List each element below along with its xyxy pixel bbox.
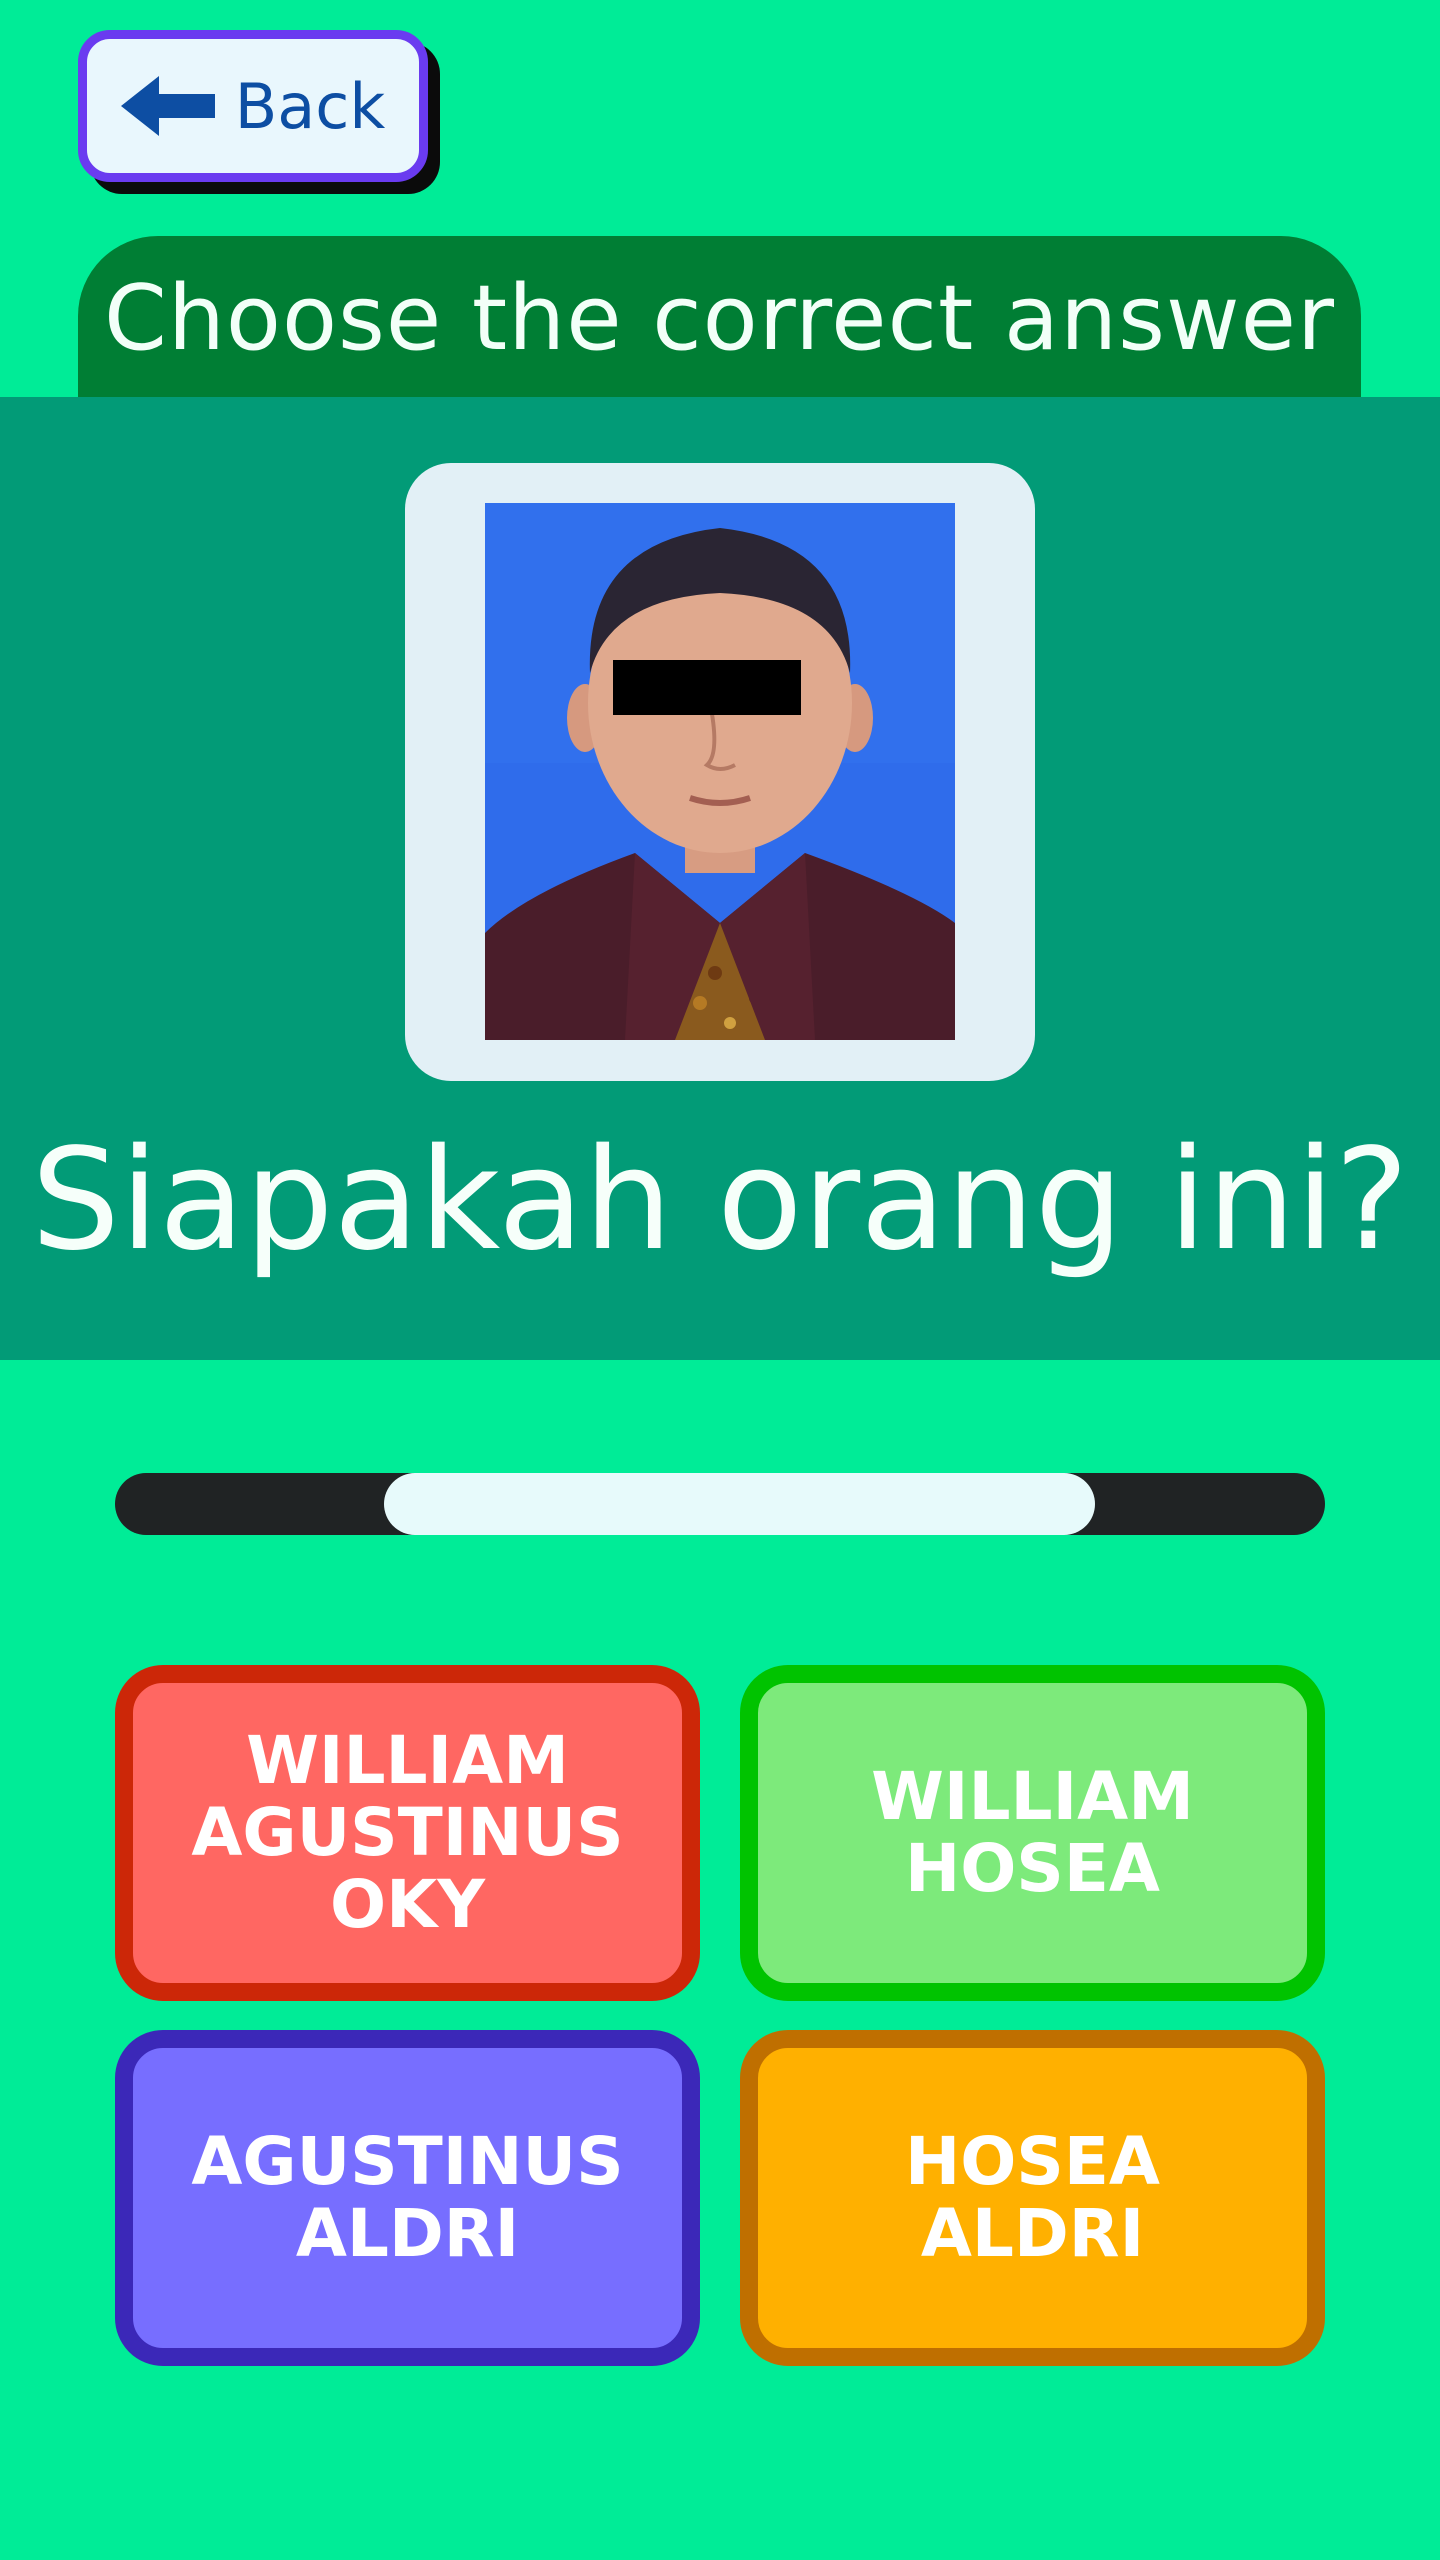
person-illustration bbox=[485, 503, 955, 1040]
back-button-label: Back bbox=[234, 69, 386, 143]
answer-option-3-label: AGUSTINUS ALDRI bbox=[191, 2123, 624, 2272]
answer-option-1-label: WILLIAM AGUSTINUS OKY bbox=[191, 1722, 624, 1943]
photo-frame bbox=[405, 463, 1035, 1081]
answer-option-2-label: WILLIAM HOSEA bbox=[871, 1758, 1194, 1907]
back-button[interactable]: Back bbox=[78, 30, 428, 182]
answer-option-4[interactable]: HOSEA ALDRI bbox=[740, 2030, 1325, 2366]
question-panel: Siapakah orang ini? bbox=[0, 397, 1440, 1360]
question-text: Siapakah orang ini? bbox=[31, 1119, 1409, 1282]
back-button-wrapper: Back bbox=[78, 30, 440, 194]
person-photo bbox=[485, 503, 955, 1040]
progress-bar bbox=[115, 1473, 1325, 1535]
answer-option-1[interactable]: WILLIAM AGUSTINUS OKY bbox=[115, 1665, 700, 2001]
arrow-left-icon bbox=[120, 76, 215, 136]
answer-option-2[interactable]: WILLIAM HOSEA bbox=[740, 1665, 1325, 2001]
answer-option-3[interactable]: AGUSTINUS ALDRI bbox=[115, 2030, 700, 2366]
instruction-title: Choose the correct answer bbox=[104, 265, 1335, 371]
answer-option-4-label: HOSEA ALDRI bbox=[904, 2123, 1161, 2272]
instruction-header: Choose the correct answer bbox=[78, 236, 1361, 400]
progress-bar-fill bbox=[383, 1473, 1096, 1535]
